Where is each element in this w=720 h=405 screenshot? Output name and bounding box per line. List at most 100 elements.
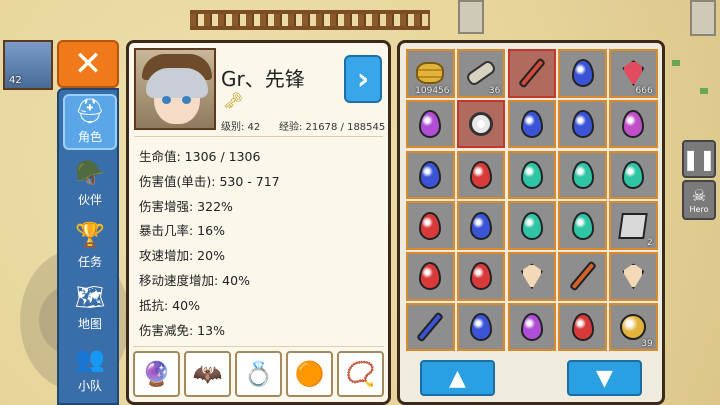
tab-label: 伙伴 (77, 193, 102, 207)
equip-ring-slot[interactable]: 💍 (235, 351, 282, 397)
stat-attack-speed: 攻速增加: 20% (139, 248, 225, 264)
gem-icon (419, 211, 442, 240)
coins-icon (416, 62, 445, 85)
inventory-slot[interactable] (406, 302, 455, 352)
character-level: 级别: 42 (221, 122, 261, 133)
hero-button[interactable]: ☠ Hero (682, 180, 716, 220)
party-icon: 👥 (75, 345, 105, 373)
hero-label: Hero (689, 205, 709, 214)
gem-icon (470, 313, 493, 342)
pause-button[interactable]: ❚❚ (682, 140, 716, 178)
inventory-slot[interactable]: 666 (609, 49, 658, 98)
gem-icon (419, 160, 442, 189)
inventory-slot[interactable] (558, 99, 607, 149)
gem-icon (470, 211, 493, 240)
orb-icon (620, 314, 647, 341)
item-quantity: 666 (635, 85, 653, 96)
tab-quest[interactable]: 🏆 任务 (63, 217, 117, 273)
inventory-slot[interactable] (406, 201, 455, 250)
gem-icon (520, 313, 543, 342)
character-exp: 经验: 21678 / 188545 (279, 122, 386, 133)
inventory-slot[interactable] (558, 150, 607, 200)
equip-staff-slot[interactable]: 🔮 (133, 351, 180, 397)
equip-amulet-slot[interactable]: 📿 (337, 351, 384, 397)
inventory-slot[interactable] (456, 252, 506, 301)
stat-move-speed: 移动速度增加: 40% (139, 272, 250, 288)
scroll-up-button[interactable]: ▲ (420, 360, 495, 396)
stat-hp: 生命值: 1306 / 1306 (139, 149, 261, 164)
menu-tabs: ⛑ 角色 🪖 伙伴 🏆 任务 🗺 地图 👥 小队 (57, 88, 119, 405)
tab-companion[interactable]: 🪖 伙伴 (63, 155, 117, 211)
gem-icon (470, 262, 493, 291)
inventory-slot[interactable] (558, 252, 607, 301)
inventory-slot[interactable] (507, 201, 557, 250)
inventory-slot[interactable]: 109456 (406, 49, 455, 98)
gem-icon (622, 160, 645, 189)
knight-helmet-icon: ⛑ (74, 97, 106, 125)
grass-tuft (700, 88, 708, 94)
inventory-slot[interactable]: 39 (609, 302, 658, 352)
character-portrait (134, 48, 216, 130)
gem-icon (520, 110, 543, 139)
gem-icon (622, 110, 645, 139)
inventory-slot[interactable] (558, 201, 607, 250)
tab-map[interactable]: 🗺 地图 (63, 279, 117, 335)
inventory-slot[interactable] (507, 49, 557, 98)
next-character-button[interactable]: › (344, 55, 382, 103)
amulet-icon: 📿 (345, 360, 376, 388)
inventory-slot[interactable] (456, 99, 506, 149)
gem-icon (571, 313, 594, 342)
tab-label: 角色 (77, 130, 102, 144)
inventory-slot[interactable] (456, 150, 506, 200)
diamond-icon (622, 263, 645, 290)
hero-level: 42 (9, 75, 22, 86)
character-panel: Gr、先锋 🗝 › 级别: 42 经验: 21678 / 188545 生命值:… (126, 40, 391, 405)
inventory-slot[interactable] (609, 150, 658, 200)
inventory-slot[interactable] (507, 150, 557, 200)
inventory-slot[interactable] (609, 99, 658, 149)
inventory-slot[interactable] (456, 302, 506, 352)
inventory-slot[interactable] (558, 302, 607, 352)
tab-label: 地图 (77, 317, 102, 331)
gem-icon (571, 59, 594, 88)
inventory-slot[interactable] (456, 201, 506, 250)
arrow-up-icon: ▲ (449, 365, 466, 391)
close-icon: ✕ (73, 44, 103, 84)
trophy-icon: 🏆 (75, 221, 105, 249)
equip-bracelet-slot[interactable]: 🟠 (286, 351, 333, 397)
inventory-slot[interactable] (558, 49, 607, 98)
inventory-slot[interactable]: 2 (609, 201, 658, 250)
gem-icon (470, 160, 493, 189)
inventory-slot[interactable] (507, 99, 557, 149)
gem-icon (571, 110, 594, 139)
tab-party[interactable]: 👥 小队 (63, 341, 117, 397)
inventory-slot[interactable] (406, 99, 455, 149)
arrow-down-icon: ▼ (596, 365, 613, 391)
gem-icon (571, 211, 594, 240)
inventory-slot[interactable] (507, 252, 557, 301)
inventory-slot[interactable]: 36 (456, 49, 506, 98)
wand-icon (416, 311, 445, 343)
inventory-slot[interactable] (507, 302, 557, 352)
chevron-right-icon: › (356, 61, 370, 97)
divider (134, 136, 383, 137)
item-quantity: 39 (641, 339, 653, 350)
inventory-panel: 109456 36 666 2 39 ▲ ▼ (397, 40, 665, 405)
armor-icon: 🦇 (192, 360, 223, 388)
inventory-grid: 109456 36 666 2 39 (406, 49, 658, 352)
inventory-slot[interactable] (609, 252, 658, 301)
item-quantity: 2 (646, 237, 653, 248)
inventory-slot[interactable] (406, 252, 455, 301)
viking-helmet-icon: 🪖 (75, 159, 105, 187)
equip-armor-slot[interactable]: 🦇 (184, 351, 231, 397)
scroll-down-button[interactable]: ▼ (567, 360, 642, 396)
close-button[interactable]: ✕ (57, 40, 119, 88)
hero-thumbnail[interactable]: 42 (3, 40, 53, 90)
stat-damage-boost: 伤害增强: 322% (139, 198, 233, 214)
stat-damage-reduction: 伤害减免: 13% (139, 322, 225, 338)
tab-character[interactable]: ⛑ 角色 (63, 94, 117, 150)
gem-icon (520, 160, 543, 189)
inventory-slot[interactable] (406, 150, 455, 200)
equipment-row: 🔮 🦇 💍 🟠 📿 (133, 346, 384, 398)
stats-list: 生命值: 1306 / 1306 伤害值(单击): 530 - 717 伤害增强… (139, 145, 280, 343)
